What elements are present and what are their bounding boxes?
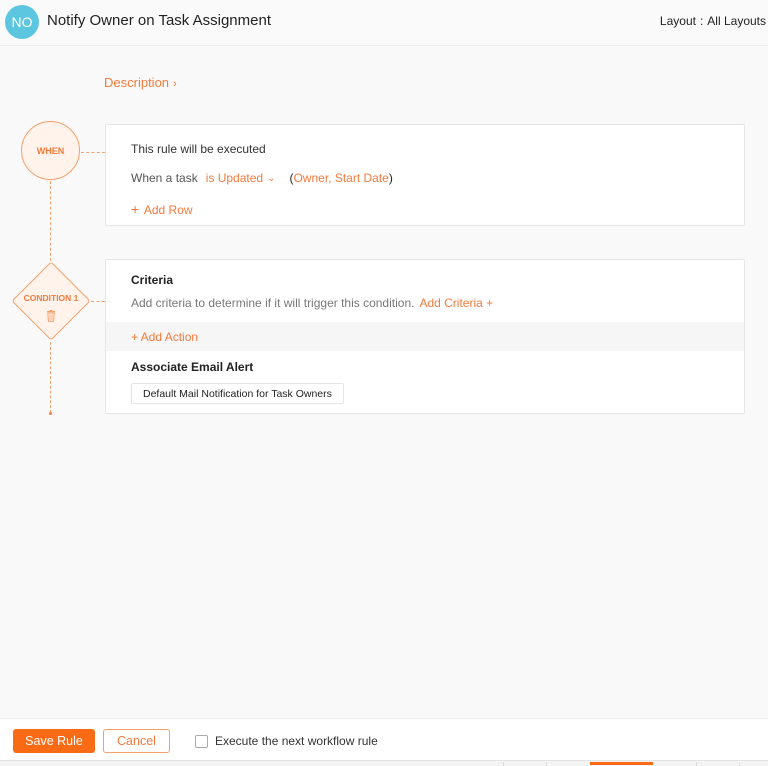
bottom-tab-strip [0,760,768,766]
email-alert-chip[interactable]: Default Mail Notification for Task Owner… [131,383,344,404]
chevron-down-icon[interactable]: ⌄ [267,173,275,184]
add-criteria-link[interactable]: Add Criteria + [419,296,493,310]
email-alert-title: Associate Email Alert [131,360,254,374]
page-title: Notify Owner on Task Assignment [47,12,271,29]
add-row-button[interactable]: + Add Row [131,201,193,217]
when-card: This rule will be executed When a task i… [105,124,745,226]
active-tab-indicator[interactable] [590,762,653,765]
layout-label: Layout [659,14,696,28]
layout-value: All Layouts [707,14,766,28]
tab-divider [546,762,547,766]
condition-card: Criteria Add criteria to determine if it… [105,259,745,414]
footer: Save Rule Cancel Execute the next workfl… [0,718,768,766]
action-bar: + Add Action [106,322,744,351]
execute-next-checkbox[interactable] [195,735,208,748]
flow-connector-horizontal [91,301,105,302]
criteria-text: Add criteria to determine if it will tri… [131,296,415,310]
chevron-right-icon: › [173,78,177,90]
trigger-dropdown[interactable]: is Updated [206,171,263,185]
add-action-button[interactable]: + Add Action [131,330,198,344]
criteria-description: Add criteria to determine if it will tri… [131,296,493,310]
criteria-title: Criteria [131,273,174,287]
flow-connector-vertical [50,342,51,413]
description-label: Description [104,75,170,90]
tab-divider [739,762,740,766]
trigger-fields: (Owner, Start Date) [289,171,392,185]
layout-separator: : [699,14,704,28]
flow-connector-vertical [50,181,51,261]
header: NO Notify Owner on Task Assignment Layou… [0,0,768,46]
avatar: NO [5,5,39,39]
add-row-label: Add Row [143,203,193,217]
save-rule-button[interactable]: Save Rule [13,729,95,753]
condition-node-label: CONDITION 1 [23,293,79,303]
fields-close-paren: ) [388,171,393,185]
plus-icon: + [131,201,140,217]
flow-connector-horizontal [81,152,105,153]
when-card-title: This rule will be executed [131,142,266,156]
flow-end-dot [48,412,52,415]
when-node: WHEN [21,121,80,180]
trigger-fields-link[interactable]: Owner, Start Date [293,171,388,185]
when-node-label: WHEN [36,145,65,156]
cancel-button[interactable]: Cancel [103,729,170,753]
when-trigger-row: When a task is Updated ⌄ (Owner, Start D… [131,171,393,185]
tab-divider [696,762,697,766]
trash-icon[interactable] [46,310,56,322]
layout-selector[interactable]: Layout: All Layouts [660,14,766,28]
tab-divider [503,762,504,766]
condition-node: CONDITION 1 [11,261,91,341]
execute-next-label: Execute the next workflow rule [215,734,378,748]
description-link[interactable]: Description › [104,75,177,90]
trigger-prefix: When a task [131,171,198,185]
